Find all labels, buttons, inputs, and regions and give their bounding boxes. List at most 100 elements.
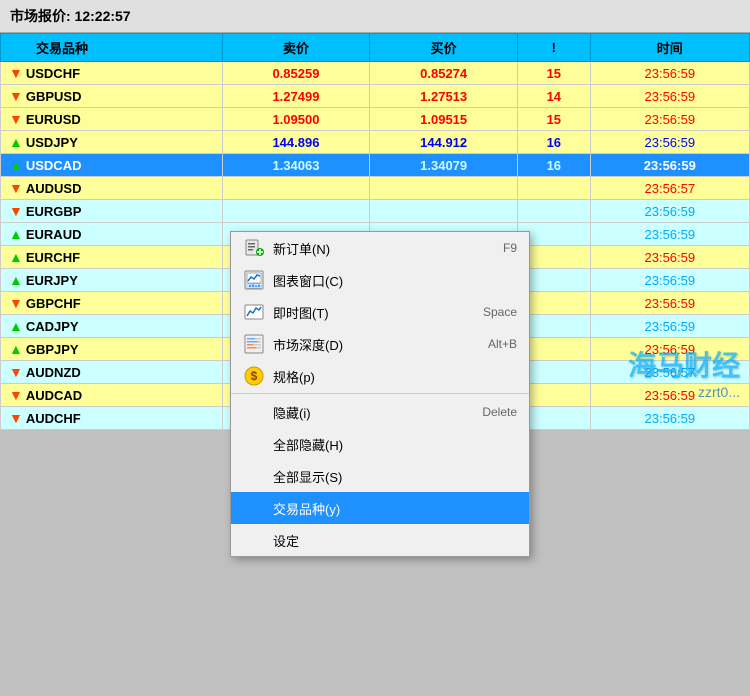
- ctx-shortcut-market-depth: Alt+B: [488, 337, 517, 351]
- time-cell: 23:56:59: [590, 154, 749, 177]
- ctx-item-spec[interactable]: $ 规格(p): [231, 360, 529, 394]
- arrow-up-icon: ▲: [9, 272, 23, 288]
- ctx-item-show-all[interactable]: 全部显示(S): [231, 460, 529, 492]
- symbol-name: EURCHF: [26, 250, 80, 265]
- sell-price: 1.27499: [222, 85, 370, 108]
- symbol-name: EURJPY: [26, 273, 78, 288]
- context-menu: 新订单(N) F9 图表窗口(C) 即时图(T) Space 市场深度(D) A…: [230, 231, 530, 557]
- none-icon: [243, 433, 265, 455]
- ctx-item-hide[interactable]: 隐藏(i) Delete: [231, 396, 529, 428]
- arrow-up-icon: ▲: [9, 134, 23, 150]
- table-row[interactable]: ▼ GBPUSD 1.27499 1.27513 14 23:56:59: [1, 85, 750, 108]
- sell-price: 0.85259: [222, 62, 370, 85]
- ctx-label-settings: 设定: [273, 531, 517, 550]
- time-cell: 23:56:59: [590, 223, 749, 246]
- time-cell: 23:56:59: [590, 200, 749, 223]
- symbol-name: GBPJPY: [26, 342, 79, 357]
- quickchart-icon: [243, 301, 265, 323]
- points: [518, 177, 591, 200]
- sell-price: [222, 177, 370, 200]
- symbol-cell[interactable]: ▼ AUDUSD: [1, 177, 223, 200]
- arrow-down-icon: ▼: [9, 387, 23, 403]
- sell-price: 1.34063: [222, 154, 370, 177]
- sell-price: [222, 200, 370, 223]
- col-time: 时间: [590, 34, 749, 62]
- symbol-name: EURUSD: [26, 112, 81, 127]
- ctx-label-trade-symbol: 交易品种(y): [273, 499, 517, 518]
- arrow-up-icon: ▲: [9, 157, 23, 173]
- buy-price: 144.912: [370, 131, 518, 154]
- spec-icon: $: [243, 365, 265, 387]
- time-cell: 23:56:59: [590, 292, 749, 315]
- symbol-name: AUDNZD: [26, 365, 81, 380]
- time-cell: 23:56:59: [590, 338, 749, 361]
- time-cell: 23:56:59: [590, 407, 749, 430]
- symbol-name: USDCAD: [26, 158, 82, 173]
- ctx-label-hide-all: 全部隐藏(H): [273, 435, 517, 454]
- symbol-name: CADJPY: [26, 319, 79, 334]
- ctx-label-new-order: 新订单(N): [273, 239, 495, 258]
- time-cell: 23:56:59: [590, 62, 749, 85]
- table-row[interactable]: ▼ EURGBP 23:56:59: [1, 200, 750, 223]
- ctx-item-quick-chart[interactable]: 即时图(T) Space: [231, 296, 529, 328]
- points: 14: [518, 85, 591, 108]
- table-header-row: 交易品种 卖价 买价 ! 时间: [1, 34, 750, 62]
- symbol-cell[interactable]: ▼ AUDCAD: [1, 384, 223, 407]
- arrow-down-icon: ▼: [9, 364, 23, 380]
- none-icon: [243, 529, 265, 551]
- symbol-name: GBPUSD: [26, 89, 82, 104]
- symbol-cell[interactable]: ▲ EURCHF: [1, 246, 223, 269]
- col-buy: 买价: [370, 34, 518, 62]
- table-row[interactable]: ▲ USDCAD 1.34063 1.34079 16 23:56:59: [1, 154, 750, 177]
- market-table-wrapper: 交易品种 卖价 买价 ! 时间 ▼ USDCHF 0.85259 0.85274…: [0, 33, 750, 430]
- ctx-item-new-order[interactable]: 新订单(N) F9: [231, 232, 529, 264]
- symbol-cell[interactable]: ▼ GBPCHF: [1, 292, 223, 315]
- arrow-up-icon: ▲: [9, 318, 23, 334]
- ctx-item-chart-window[interactable]: 图表窗口(C): [231, 264, 529, 296]
- table-row[interactable]: ▼ USDCHF 0.85259 0.85274 15 23:56:59: [1, 62, 750, 85]
- ctx-label-hide: 隐藏(i): [273, 403, 474, 422]
- time-cell: 23:56:59: [590, 85, 749, 108]
- time-cell: 23:56:57: [590, 177, 749, 200]
- symbol-cell[interactable]: ▲ EURAUD: [1, 223, 223, 246]
- symbol-cell[interactable]: ▲ GBPJPY: [1, 338, 223, 361]
- ctx-item-trade-symbol[interactable]: 交易品种(y): [231, 492, 529, 524]
- ctx-item-settings[interactable]: 设定: [231, 524, 529, 556]
- table-row[interactable]: ▼ AUDUSD 23:56:57: [1, 177, 750, 200]
- symbol-cell[interactable]: ▼ GBPUSD: [1, 85, 223, 108]
- ctx-label-spec: 规格(p): [273, 367, 517, 386]
- symbol-cell[interactable]: ▲ USDCAD: [1, 154, 223, 177]
- symbol-cell[interactable]: ▼ EURUSD: [1, 108, 223, 131]
- arrow-down-icon: ▼: [9, 180, 23, 196]
- symbol-cell[interactable]: ▼ AUDCHF: [1, 407, 223, 430]
- symbol-cell[interactable]: ▲ EURJPY: [1, 269, 223, 292]
- symbol-cell[interactable]: ▼ USDCHF: [1, 62, 223, 85]
- symbol-name: AUDCHF: [26, 411, 81, 426]
- symbol-name: AUDCAD: [26, 388, 82, 403]
- ctx-shortcut-quick-chart: Space: [483, 305, 517, 319]
- ctx-item-market-depth[interactable]: 市场深度(D) Alt+B: [231, 328, 529, 360]
- ctx-shortcut-hide: Delete: [482, 405, 517, 419]
- points: 16: [518, 154, 591, 177]
- buy-price: 1.09515: [370, 108, 518, 131]
- symbol-cell[interactable]: ▼ AUDNZD: [1, 361, 223, 384]
- ctx-item-hide-all[interactable]: 全部隐藏(H): [231, 428, 529, 460]
- arrow-down-icon: ▼: [9, 111, 23, 127]
- symbol-cell[interactable]: ▼ EURGBP: [1, 200, 223, 223]
- chart-icon: [243, 269, 265, 291]
- symbol-name: EURGBP: [26, 204, 82, 219]
- table-row[interactable]: ▲ USDJPY 144.896 144.912 16 23:56:59: [1, 131, 750, 154]
- arrow-down-icon: ▼: [9, 203, 23, 219]
- symbol-name: EURAUD: [26, 227, 82, 242]
- symbol-cell[interactable]: ▲ CADJPY: [1, 315, 223, 338]
- ctx-label-quick-chart: 即时图(T): [273, 303, 475, 322]
- table-row[interactable]: ▼ EURUSD 1.09500 1.09515 15 23:56:59: [1, 108, 750, 131]
- time-cell: 23:56:59: [590, 246, 749, 269]
- none-icon: [243, 401, 265, 423]
- symbol-cell[interactable]: ▲ USDJPY: [1, 131, 223, 154]
- ctx-label-show-all: 全部显示(S): [273, 467, 517, 486]
- symbol-name: AUDUSD: [26, 181, 82, 196]
- arrow-down-icon: ▼: [9, 410, 23, 426]
- ctx-label-chart-window: 图表窗口(C): [273, 271, 517, 290]
- buy-price: 0.85274: [370, 62, 518, 85]
